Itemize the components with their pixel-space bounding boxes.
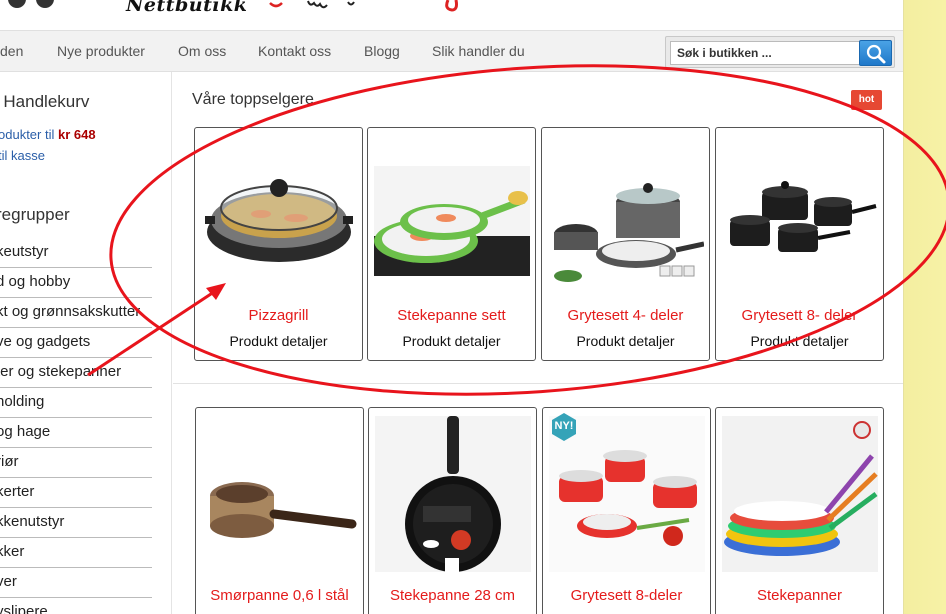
side-background-strip [903, 0, 946, 614]
product-card[interactable]: Grytesett 4- deler Produkt detaljer [541, 127, 710, 361]
category-item[interactable]: kkenutstyr [0, 508, 152, 538]
sidebar: ’ Handlekurv odukter til kr 648 til kass… [0, 72, 172, 614]
product-details-link[interactable]: Produkt detaljer [195, 333, 362, 349]
category-item[interactable]: keutstyr [0, 238, 152, 268]
search-box [665, 36, 895, 68]
top-sellers-heading: Våre toppselgere [192, 91, 314, 108]
product-card[interactable]: NY! Grytesett 8-deler [542, 407, 711, 614]
smorpanne-image [210, 482, 357, 538]
product-card[interactable]: Stekepanne sett Produkt detaljer [367, 127, 536, 361]
search-input[interactable] [670, 41, 860, 65]
section-divider [173, 383, 903, 384]
main-navigation: den Nye produkter Om oss Kontakt oss Blo… [0, 30, 903, 72]
category-item[interactable]: ve og gadgets [0, 328, 152, 358]
category-item[interactable]: yslipere [0, 598, 152, 614]
stekepanne-28cm-image [375, 416, 531, 572]
product-card[interactable]: Stekepanner [715, 407, 884, 614]
product-details-link[interactable]: Produkt detaljer [716, 333, 883, 349]
category-item[interactable]: kker [0, 538, 152, 568]
category-item[interactable]: ver [0, 568, 152, 598]
checkout-link[interactable]: til kasse [0, 148, 45, 163]
site-logo[interactable]: Nettbutikk [126, 0, 247, 16]
category-item[interactable]: og hage [0, 418, 152, 448]
category-item[interactable]: holding [0, 388, 152, 418]
product-card[interactable]: Pizzagrill Produkt detaljer [194, 127, 363, 361]
grytesett-8-deler-image [730, 181, 877, 252]
category-item[interactable]: kt og grønnsakskutter [0, 298, 152, 328]
category-item[interactable]: riør [0, 448, 152, 478]
nav-item-kontakt-oss[interactable]: Kontakt oss [258, 43, 331, 59]
product-title[interactable]: Pizzagrill [195, 307, 362, 324]
grytesett-4-deler-image [554, 183, 704, 282]
product-card[interactable]: Stekepanne 28 cm [368, 407, 537, 614]
nav-item-slik-handler-du[interactable]: Slik handler du [432, 43, 525, 59]
category-item[interactable]: d og hobby [0, 268, 152, 298]
nav-item-forsiden[interactable]: den [0, 43, 23, 59]
search-button[interactable] [859, 40, 892, 66]
product-card[interactable]: Smørpanne 0,6 l stål [195, 407, 364, 614]
product-title[interactable]: Grytesett 8-deler [543, 587, 710, 604]
category-item[interactable]: kerter [0, 478, 152, 508]
logo-script-graphic [269, 0, 458, 12]
product-title[interactable]: Stekepanner [716, 587, 883, 604]
new-badge-label: NY! [554, 420, 574, 432]
stekepanne-sett-image [374, 166, 530, 276]
pizzagrill-image [205, 179, 353, 262]
product-title[interactable]: Grytesett 8- deler [716, 307, 883, 324]
category-item[interactable]: ter og stekepanner [0, 358, 152, 388]
cart-total: kr 648 [57, 127, 96, 142]
search-icon [866, 44, 886, 64]
product-details-link[interactable]: Produkt detaljer [368, 333, 535, 349]
product-title[interactable]: Grytesett 4- deler [542, 307, 709, 324]
nav-item-om-oss[interactable]: Om oss [178, 43, 226, 59]
cart-heading: ’ Handlekurv [0, 92, 89, 112]
product-title[interactable]: Smørpanne 0,6 l stål [196, 587, 363, 604]
cart-summary-text: odukter til [0, 127, 58, 142]
site-header: Nettbutikk [0, 0, 903, 30]
logo-wheel-icon [8, 0, 26, 8]
hot-badge: hot [851, 90, 882, 110]
product-title[interactable]: Stekepanne 28 cm [369, 587, 536, 604]
stekepanner-image [722, 416, 878, 572]
nav-item-nye-produkter[interactable]: Nye produkter [57, 43, 145, 59]
product-details-link[interactable]: Produkt detaljer [542, 333, 709, 349]
cart-title: Handlekurv [3, 92, 90, 111]
product-groups-heading: regrupper [0, 205, 70, 224]
logo-wheel-icon [36, 0, 54, 8]
product-card[interactable]: Grytesett 8- deler Produkt detaljer [715, 127, 884, 361]
product-title[interactable]: Stekepanne sett [368, 307, 535, 324]
cart-summary-link[interactable]: odukter til kr 648 [0, 127, 96, 142]
nav-item-blogg[interactable]: Blogg [364, 43, 400, 59]
